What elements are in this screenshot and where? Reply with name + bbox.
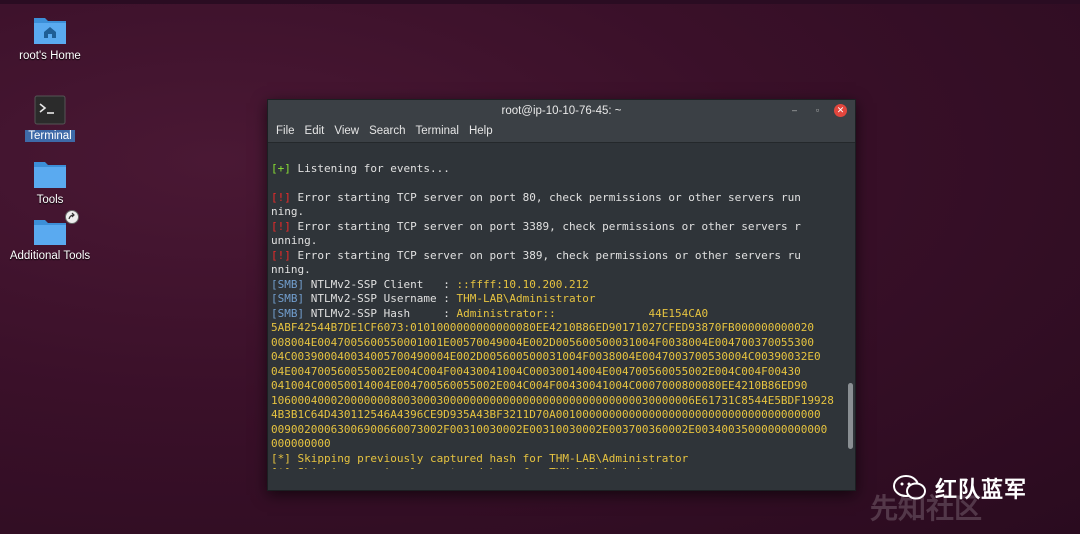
home-folder-icon xyxy=(34,18,66,44)
terminal-line: nning. xyxy=(271,263,855,278)
line-value: 04E004700560055002E004C004F00430041004C0… xyxy=(271,364,801,378)
line-text: NTLMv2-SSP Client : xyxy=(304,277,457,291)
line-value: 1060004000200000008003000300000000000000… xyxy=(271,393,834,407)
line-prefix: [SMB] xyxy=(271,292,305,305)
desktop-icon-home[interactable]: root's Home xyxy=(5,14,95,64)
desktop-icon-label: Additional Tools xyxy=(9,250,91,262)
terminal-line: 000000000 xyxy=(271,437,855,452)
line-prefix: [+] xyxy=(271,161,291,175)
scrollbar-thumb[interactable] xyxy=(848,383,853,449)
terminal-line: [*] Skipping previously captured hash fo… xyxy=(271,466,855,469)
terminal-line: 1060004000200000008003000300000000000000… xyxy=(271,394,855,409)
line-value: 000000000 xyxy=(271,437,331,450)
line-value: 4B3B1C64D430112546A4396CE9D935A43BF3211D… xyxy=(271,408,821,421)
terminal-line: 4B3B1C64D430112546A4396CE9D935A43BF3211D… xyxy=(271,408,855,423)
line-value: THM-LAB\Administrator xyxy=(456,292,596,305)
menu-help[interactable]: Help xyxy=(465,122,499,142)
desktop-icon-label: Terminal xyxy=(25,130,75,142)
terminal-line: [+] Listening for events... xyxy=(271,162,855,177)
terminal-line: ning. xyxy=(271,205,855,220)
terminal-line: unning. xyxy=(271,234,855,249)
top-panel xyxy=(0,0,1080,4)
minimize-icon[interactable]: – xyxy=(788,104,801,117)
terminal-window[interactable]: root@ip-10-10-76-45: ~ – ▫ ✕ File Edit V… xyxy=(267,99,856,491)
terminal-icon xyxy=(34,95,66,125)
line-prefix: [*] xyxy=(271,451,291,465)
menu-file[interactable]: File xyxy=(272,122,301,142)
terminal-line: [SMB] NTLMv2-SSP Client : ::ffff:10.10.2… xyxy=(271,278,855,293)
maximize-icon[interactable]: ▫ xyxy=(811,104,824,117)
line-value: Administrator:: 44E154CA0 xyxy=(456,306,709,320)
line-text: NTLMv2-SSP Hash : xyxy=(304,306,457,320)
terminal-line: 00900200063006900660073002F00310030002E0… xyxy=(271,423,855,438)
menu-edit[interactable]: Edit xyxy=(301,122,331,142)
line-prefix: [!] xyxy=(271,190,291,204)
desktop-icon-label: Tools xyxy=(36,194,64,206)
line-value: 008004E0047005600550001001E00570049004E0… xyxy=(271,335,815,349)
terminal-line: [SMB] NTLMv2-SSP Hash : Administrator:: … xyxy=(271,307,855,322)
line-text: Error starting TCP server on port 3389, … xyxy=(290,219,801,233)
terminal-line: [*] Skipping previously captured hash fo… xyxy=(271,452,855,467)
terminal-line: 04C003900040034005700490004E002D00560050… xyxy=(271,350,855,365)
line-text: Listening for events... xyxy=(290,161,450,175)
watermark-site: 先知社区 xyxy=(870,493,983,524)
line-value: 041004C00050014004E004700560055002E004C0… xyxy=(271,379,808,392)
line-text: unning. xyxy=(271,234,318,247)
line-prefix: [*] xyxy=(271,466,291,469)
line-text: Skipping previously captured hash for TH… xyxy=(291,466,688,469)
line-prefix: [SMB] xyxy=(271,306,305,320)
menu-view[interactable]: View xyxy=(330,122,365,142)
close-icon[interactable]: ✕ xyxy=(834,104,847,117)
window-titlebar[interactable]: root@ip-10-10-76-45: ~ – ▫ ✕ xyxy=(268,100,855,122)
terminal-output[interactable]: [+] Listening for events... [!] Error st… xyxy=(268,143,855,469)
line-text: Error starting TCP server on port 80, ch… xyxy=(290,190,801,204)
window-title: root@ip-10-10-76-45: ~ xyxy=(501,105,622,117)
line-prefix: [SMB] xyxy=(271,277,305,291)
folder-icon xyxy=(34,220,66,245)
terminal-line: 041004C00050014004E004700560055002E004C0… xyxy=(271,379,855,394)
terminal-line: [SMB] NTLMv2-SSP Username : THM-LAB\Admi… xyxy=(271,292,855,307)
desktop-icon-tools[interactable]: Tools xyxy=(5,158,95,208)
line-text: ning. xyxy=(271,205,305,218)
terminal-line: 04E004700560055002E004C004F00430041004C0… xyxy=(271,365,855,380)
line-prefix: [!] xyxy=(271,248,291,262)
terminal-line: [!] Error starting TCP server on port 33… xyxy=(271,220,855,235)
folder-icon xyxy=(34,162,66,188)
line-text: Error starting TCP server on port 389, c… xyxy=(290,248,801,262)
line-value: 00900200063006900660073002F00310030002E0… xyxy=(271,422,828,436)
line-prefix: [!] xyxy=(271,219,291,233)
line-value: ::ffff:10.10.200.212 xyxy=(456,277,589,291)
line-text: nning. xyxy=(271,263,311,276)
menu-search[interactable]: Search xyxy=(365,122,411,142)
desktop-icon-label: root's Home xyxy=(19,50,81,62)
terminal-line: 5ABF42544B7DE1CF6073:0101000000000000080… xyxy=(271,321,855,336)
terminal-line: [!] Error starting TCP server on port 80… xyxy=(271,191,855,206)
line-value: 04C003900040034005700490004E002D00560050… xyxy=(271,350,821,363)
menu-terminal[interactable]: Terminal xyxy=(412,122,465,142)
desktop-icon-terminal[interactable]: Terminal xyxy=(5,94,95,144)
line-text: Skipping previously captured hash for TH… xyxy=(290,451,689,465)
terminal-line: [!] Error starting TCP server on port 38… xyxy=(271,249,855,264)
symlink-arrow-icon xyxy=(65,210,79,224)
terminal-menubar: File Edit View Search Terminal Help xyxy=(268,122,855,143)
line-text: NTLMv2-SSP Username : xyxy=(304,292,457,305)
line-value: 5ABF42544B7DE1CF6073:0101000000000000080… xyxy=(271,321,815,334)
desktop-icon-additional-tools[interactable]: Additional Tools xyxy=(5,210,95,264)
terminal-line: 008004E0047005600550001001E00570049004E0… xyxy=(271,336,855,351)
